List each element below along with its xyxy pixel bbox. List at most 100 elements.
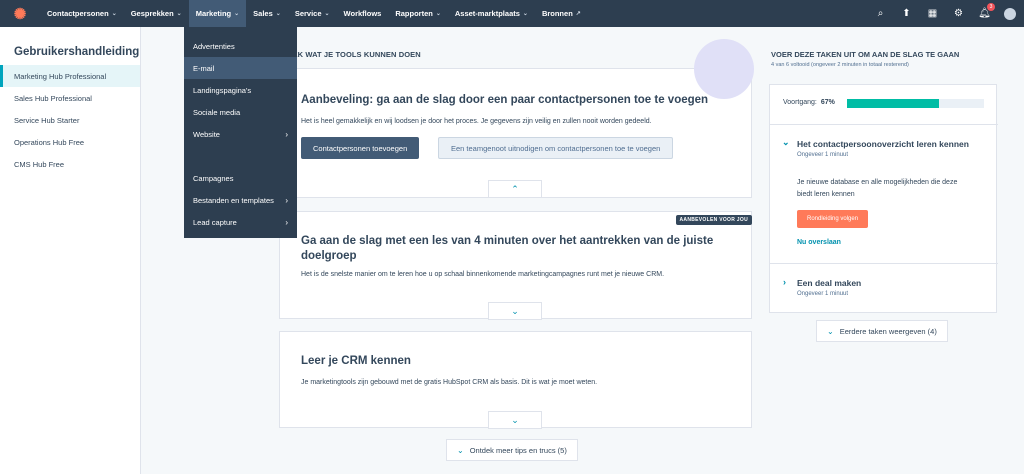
chevron-right-icon: ›: [285, 217, 288, 227]
add-contacts-button[interactable]: Contactpersonen toevoegen: [301, 137, 420, 159]
marketing-dropdown-menu: Advertenties E-mail Landingspagina's Social…: [184, 27, 297, 238]
more-tips-button[interactable]: ⌄ Ontdek meer tips en trucs (5): [446, 439, 578, 461]
task-description: Je nieuwe database en alle mogelijkheden…: [797, 179, 958, 198]
dropdown-item-campagnes[interactable]: Campagnes: [184, 167, 297, 189]
settings-gear-icon[interactable]: ⚙: [952, 7, 965, 20]
sidebar-item[interactable]: Sales Hub Professional: [0, 87, 140, 109]
dropdown-item-label: Landingspagina's: [193, 85, 252, 95]
dropdown-item-label: Lead capture: [193, 217, 237, 227]
collapse-card-toggle[interactable]: ⌃: [488, 180, 542, 198]
nav-item-label: Contactpersonen: [47, 9, 109, 18]
dropdown-item-landingspagina-s[interactable]: Landingspagina's: [184, 79, 297, 101]
task-title[interactable]: Het contactpersoonoverzicht leren kennen: [797, 139, 969, 149]
dropdown-item-website[interactable]: Website ›: [184, 123, 297, 145]
avatar[interactable]: [1004, 7, 1016, 20]
sidebar-item[interactable]: Marketing Hub Professional: [0, 65, 140, 87]
nav-item-marketing[interactable]: Marketing ⌄: [188, 0, 247, 27]
skip-link[interactable]: Nu overslaan: [797, 239, 841, 246]
sidebar-items: Marketing Hub Professional Sales Hub Prof…: [0, 65, 140, 175]
nav-item-label: Gesprekken: [130, 9, 174, 18]
external-link-icon: ↗: [575, 11, 581, 17]
chevron-down-icon: ⌄: [324, 11, 330, 17]
dropdown-item-e-mail[interactable]: E-mail: [184, 57, 297, 79]
card-title: Leer je CRM kennen: [301, 355, 411, 367]
card-desc: Het is heel gemakkelijk en wij loodsen j…: [301, 118, 652, 125]
expand-card-toggle[interactable]: ⌄: [488, 411, 542, 429]
dropdown-item-sociale-media[interactable]: Sociale media: [184, 101, 297, 123]
chevron-down-icon: ⌄: [435, 11, 441, 17]
expand-card-toggle[interactable]: ⌄: [488, 302, 542, 320]
chevron-down-icon: ⌄: [176, 11, 182, 17]
nav-item-sales[interactable]: Sales ⌄: [246, 0, 288, 27]
nav-item-service[interactable]: Service ⌄: [288, 0, 337, 27]
sidebar-item[interactable]: CMS Hub Free: [0, 153, 140, 175]
chevron-down-icon: ⌄: [511, 414, 519, 425]
dropdown-item-lead-capture[interactable]: Lead capture ›: [184, 211, 297, 233]
chevron-down-icon: ⌄: [457, 445, 464, 455]
sidebar: Gebruikershandleiding Marketing Hub Prof…: [0, 27, 141, 474]
dropdown-item-bestanden-en-templates[interactable]: Bestanden en templates ›: [184, 189, 297, 211]
progress-row: Voortgang: 67%: [783, 99, 835, 106]
dropdown-spacer: [184, 145, 297, 167]
chevron-down-icon: ⌄: [522, 11, 528, 17]
card-learn-crm: Leer je CRM kennen Je marketingtools zij…: [279, 331, 752, 429]
nav-item-workflows[interactable]: Workflows: [337, 0, 389, 27]
nav-item-label: Sales: [253, 9, 273, 18]
nav-item-bronnen[interactable]: Bronnen ↗: [535, 0, 588, 27]
nav-item-rapporten[interactable]: Rapporten ⌄: [388, 0, 448, 27]
upgrade-icon[interactable]: ⬆: [900, 7, 913, 20]
nav-item-asset-marktplaats[interactable]: Asset-marktplaats ⌄: [448, 0, 535, 27]
sidebar-item[interactable]: Service Hub Starter: [0, 109, 140, 131]
earlier-tasks-label: Eerdere taken weergeven (4): [839, 326, 937, 336]
sidebar-title: Gebruikershandleiding: [14, 46, 140, 58]
chevron-right-icon: ›: [285, 129, 288, 139]
nav-item-label: Marketing: [195, 9, 232, 18]
dropdown-item-label: Campagnes: [193, 173, 234, 183]
nav-item-label: Service: [294, 9, 322, 18]
card-title: Aanbeveling: ga aan de slag door een paa…: [301, 94, 709, 106]
progress-bar: [847, 99, 984, 108]
nav-item-label: Bronnen: [541, 9, 573, 18]
hubspot-logo-icon[interactable]: ✺: [0, 0, 40, 27]
dropdown-item-label: E-mail: [193, 63, 215, 73]
chevron-down-icon[interactable]: ⌄: [782, 137, 790, 148]
task-title[interactable]: Een deal maken: [797, 278, 861, 288]
dropdown-item-label: Advertenties: [193, 41, 235, 51]
more-tips-label: Ontdek meer tips en trucs (5): [469, 445, 567, 455]
card-title: Ga aan de slag met een les van 4 minuten…: [301, 235, 714, 262]
progress-bar-fill: [847, 99, 939, 108]
chevron-down-icon: ⌄: [234, 11, 240, 17]
decorative-blob: [694, 39, 754, 99]
notifications-bell-icon[interactable]: 🔔︎ 3: [978, 3, 995, 20]
card-add-contacts: Aanbeveling: ga aan de slag door een paa…: [279, 39, 754, 198]
chevron-right-icon[interactable]: ›: [783, 277, 786, 287]
card-desc: Je marketingtools zijn gebouwd met de gr…: [301, 379, 598, 386]
chevron-down-icon: ⌄: [275, 11, 281, 17]
card-desc: Het is de snelste manier om te leren hoe…: [301, 271, 665, 278]
progress-label: Voortgang:: [783, 99, 817, 106]
nav-item-gesprekken[interactable]: Gesprekken ⌄: [124, 0, 189, 27]
progress-value: 67%: [820, 99, 835, 106]
dropdown-items: Advertenties E-mail Landingspagina's Social…: [184, 35, 297, 233]
nav-item-label: Asset-marktplaats: [454, 9, 520, 18]
chevron-down-icon: ⌄: [827, 326, 834, 336]
start-tour-button[interactable]: Rondleiding volgen: [797, 210, 869, 228]
earlier-tasks-button[interactable]: ⌄ Eerdere taken weergeven (4): [816, 320, 948, 342]
marketplace-icon[interactable]: ▦: [926, 7, 939, 20]
nav-utilities: ⌕ ⬆ ▦ ⚙ 🔔︎ 3: [874, 0, 1016, 27]
dropdown-item-label: Sociale media: [193, 107, 241, 117]
search-icon[interactable]: ⌕: [874, 7, 887, 20]
sidebar-item[interactable]: Operations Hub Free: [0, 131, 140, 153]
tasks-card: Voortgang: 67% ⌄ Het contactpersoonoverz…: [769, 84, 998, 313]
invite-teammate-button[interactable]: Een teamgenoot uitnodigen om contactpers…: [438, 137, 674, 159]
dropdown-item-label: Website: [193, 129, 220, 139]
card-lesson: AANBEVOLEN VOOR JOU Ga aan de slag met e…: [279, 211, 752, 320]
top-navigation: ✺ Contactpersonen ⌄ Gesprekken ⌄ Marketing ⌄ S…: [0, 0, 1024, 27]
nav-item-label: Rapporten: [395, 9, 433, 18]
dropdown-item-advertenties[interactable]: Advertenties: [184, 35, 297, 57]
task-duration: Ongeveer 1 minuut: [797, 291, 849, 297]
dropdown-item-label: Bestanden en templates: [193, 195, 274, 205]
tasks-subheader: 4 van 6 voltooid (ongeveer 2 minuten in …: [771, 62, 909, 68]
section-header: DEK WAT JE TOOLS KUNNEN DOEN: [287, 50, 421, 59]
nav-item-contactpersonen[interactable]: Contactpersonen ⌄: [40, 0, 124, 27]
